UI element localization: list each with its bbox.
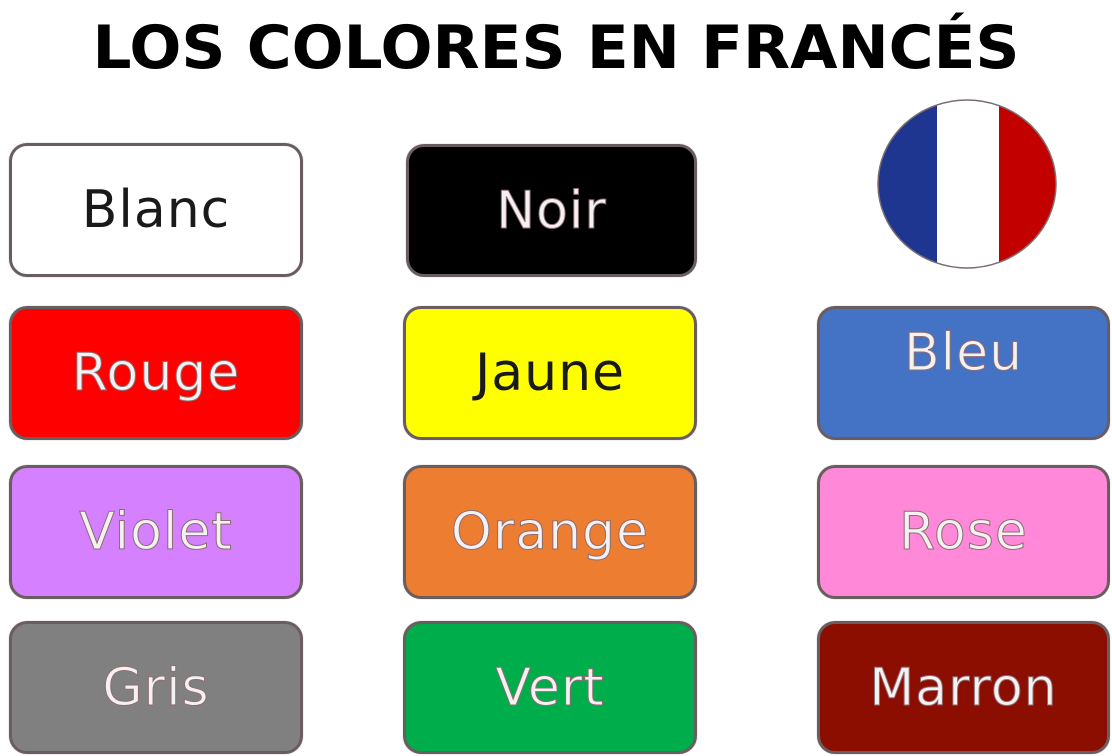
flag-red-stripe — [999, 100, 1056, 268]
color-card-marron: Marron — [817, 621, 1110, 754]
color-label: Noir — [496, 180, 607, 241]
color-card-rose: Rose — [817, 465, 1110, 599]
french-flag-icon — [877, 99, 1057, 269]
flag-white-stripe — [937, 100, 999, 268]
color-card-jaune: Jaune — [403, 306, 697, 440]
color-card-blanc: Blanc — [9, 143, 303, 277]
color-label: Violet — [79, 502, 233, 563]
color-label: Vert — [495, 657, 605, 718]
color-card-gris: Gris — [9, 621, 303, 754]
color-card-vert: Vert — [403, 621, 697, 754]
color-label: Gris — [102, 657, 210, 718]
color-label: Rose — [899, 502, 1028, 563]
color-card-violet: Violet — [9, 465, 303, 599]
page-title: LOS COLORES EN FRANCÉS — [92, 13, 1020, 83]
color-label: Blanc — [81, 180, 231, 240]
color-card-orange: Orange — [403, 465, 697, 599]
color-label: Jaune — [474, 343, 626, 403]
color-card-bleu: Bleu — [817, 306, 1110, 440]
flag-blue-stripe — [878, 100, 937, 268]
color-card-noir: Noir — [406, 144, 697, 277]
color-card-rouge: Rouge — [9, 306, 303, 440]
color-label: Bleu — [903, 323, 1024, 384]
color-label: Rouge — [71, 343, 241, 404]
color-label: Marron — [869, 657, 1058, 718]
color-label: Orange — [450, 502, 650, 563]
